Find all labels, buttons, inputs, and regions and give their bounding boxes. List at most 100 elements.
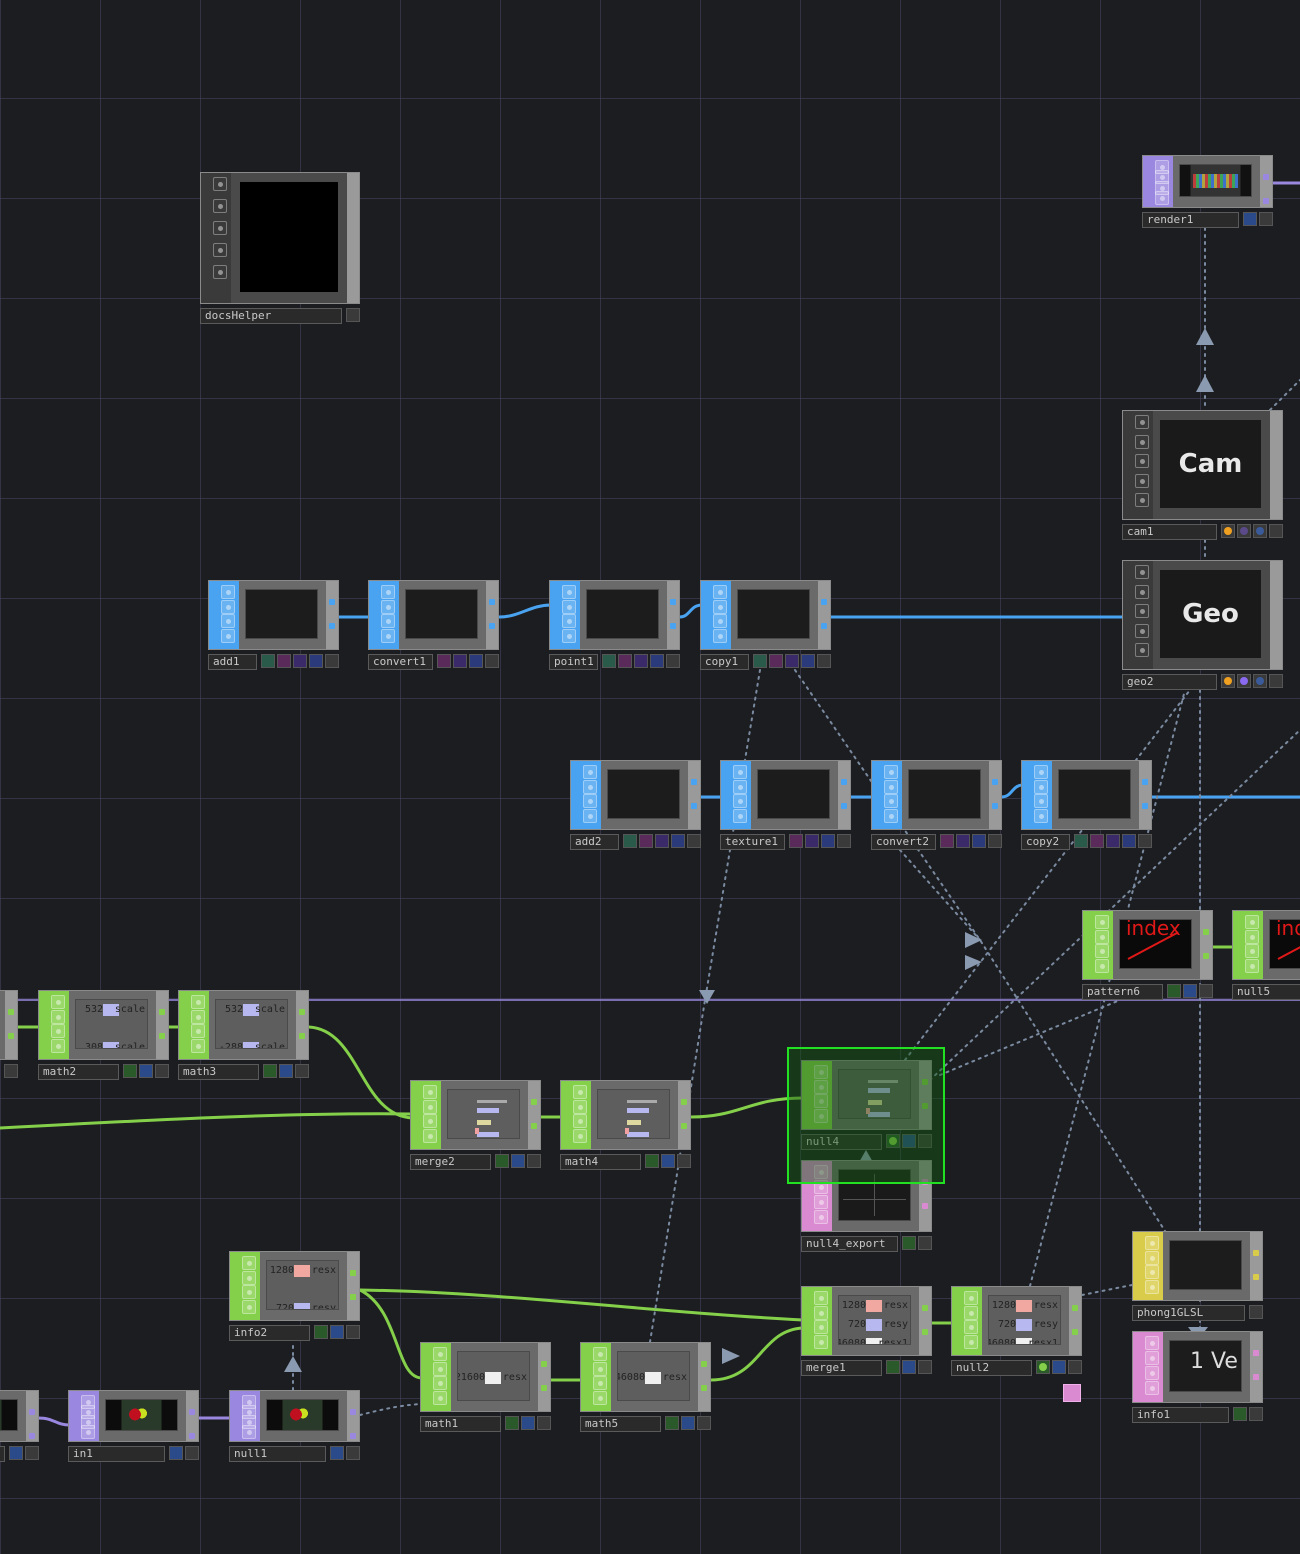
output-connector-2[interactable]: [531, 1123, 537, 1129]
cook-flag[interactable]: [837, 834, 851, 848]
render-flag[interactable]: [618, 654, 632, 668]
viewer-flag[interactable]: [634, 654, 648, 668]
node-name-label[interactable]: convert1: [368, 654, 433, 670]
render-flag[interactable]: [1237, 524, 1251, 538]
viewer-flag[interactable]: [785, 654, 799, 668]
cook-flag[interactable]: [1269, 674, 1283, 688]
output-connector[interactable]: [681, 1099, 687, 1105]
display-flag[interactable]: [346, 308, 360, 322]
bypass-icon[interactable]: [562, 614, 576, 628]
node-viewer[interactable]: [266, 1399, 339, 1431]
viewer-flag[interactable]: [972, 834, 986, 848]
display-flag[interactable]: [1167, 984, 1181, 998]
output-connector[interactable]: [691, 779, 697, 785]
node-body[interactable]: 1280 resx 720 resy 46080 resx1: [801, 1286, 932, 1356]
node-viewer[interactable]: [239, 181, 339, 293]
display-flag[interactable]: [330, 1446, 344, 1460]
edit-icon[interactable]: [713, 599, 727, 614]
node-name-label[interactable]: phong1GLSL: [1132, 1305, 1245, 1321]
render-flag[interactable]: [1183, 984, 1197, 998]
edit-icon[interactable]: [1095, 929, 1109, 944]
display-flag[interactable]: [9, 1446, 23, 1460]
bypass-icon[interactable]: [713, 614, 727, 628]
node-math_left[interactable]: math: [0, 990, 18, 1080]
node-name-label[interactable]: add2: [570, 834, 619, 850]
viewer-toggle-icon[interactable]: [213, 177, 227, 191]
edit-icon[interactable]: [1145, 1250, 1159, 1265]
viewer-flag[interactable]: [821, 834, 835, 848]
node-convert1[interactable]: convert1: [368, 580, 499, 670]
display-flag[interactable]: [753, 654, 767, 668]
display-flag[interactable]: [645, 1154, 659, 1168]
node-merge1[interactable]: 1280 resx 720 resy 46080 resx1 merge1: [801, 1286, 932, 1376]
output-connector-2[interactable]: [189, 1433, 195, 1439]
node-name-label[interactable]: math5: [580, 1416, 661, 1432]
output-connector[interactable]: [1263, 174, 1269, 180]
bypass-icon[interactable]: [1135, 454, 1149, 469]
node-body[interactable]: [1132, 1231, 1263, 1301]
node-viewer[interactable]: 532 scale -288 scale: [215, 999, 288, 1049]
output-connector[interactable]: [299, 1009, 305, 1015]
lock-icon[interactable]: [884, 808, 898, 823]
bypass-icon[interactable]: [814, 1320, 828, 1334]
output-connector-2[interactable]: [8, 1033, 14, 1039]
node-name-label[interactable]: render1: [1142, 212, 1239, 228]
node-body[interactable]: [229, 1390, 360, 1442]
node-viewer[interactable]: 532 scale 308 scale: [75, 999, 148, 1049]
render-flag[interactable]: [681, 1416, 695, 1430]
node-copy2[interactable]: copy2: [1021, 760, 1152, 850]
output-connector-2[interactable]: [670, 623, 676, 629]
display-flag[interactable]: [1074, 834, 1088, 848]
viewer-toggle-icon[interactable]: [221, 585, 235, 599]
lock-icon[interactable]: [814, 1210, 828, 1224]
render-flag[interactable]: [805, 834, 819, 848]
cook-flag[interactable]: [801, 654, 815, 668]
node-cam1[interactable]: Cam cam1: [1122, 410, 1283, 540]
render-flag[interactable]: [521, 1416, 535, 1430]
node-name-label[interactable]: null4_export: [801, 1236, 898, 1252]
node-name-label[interactable]: math1: [420, 1416, 501, 1432]
viewer-toggle-icon[interactable]: [1145, 1336, 1159, 1350]
render-flag[interactable]: [139, 1064, 153, 1078]
node-name-label[interactable]: texture1: [720, 834, 785, 850]
output-connector[interactable]: [1203, 929, 1209, 935]
output-connector[interactable]: [670, 599, 676, 605]
viewer-flag[interactable]: [346, 1325, 360, 1339]
node-viewer[interactable]: [447, 1089, 520, 1139]
cook-flag[interactable]: [1122, 834, 1136, 848]
output-connector-2[interactable]: [701, 1385, 707, 1391]
viewer-flag[interactable]: [469, 654, 483, 668]
output-connector[interactable]: [531, 1099, 537, 1105]
node-body[interactable]: [871, 760, 1002, 830]
node-viewer[interactable]: [1179, 164, 1252, 197]
viewer-flag[interactable]: [697, 1416, 711, 1430]
viewer-toggle-icon[interactable]: [433, 1347, 447, 1361]
viewer-toggle-icon[interactable]: [242, 1256, 256, 1270]
edit-icon[interactable]: [964, 1305, 978, 1320]
render-flag[interactable]: [769, 654, 783, 668]
render-flag[interactable]: [956, 834, 970, 848]
edit-icon[interactable]: [1245, 929, 1259, 944]
viewer-toggle-icon[interactable]: [1135, 565, 1149, 579]
bypass-icon[interactable]: [964, 1320, 978, 1334]
bypass-icon[interactable]: [1145, 1265, 1159, 1279]
display-flag[interactable]: [263, 1064, 277, 1078]
edit-icon[interactable]: [884, 779, 898, 794]
lock-icon[interactable]: [81, 1425, 95, 1439]
node-phong1GLSL[interactable]: phong1GLSL: [1132, 1231, 1263, 1321]
bypass-icon[interactable]: [433, 1376, 447, 1390]
bypass-icon[interactable]: [381, 614, 395, 628]
node-body[interactable]: Cam: [1122, 410, 1283, 520]
node-body[interactable]: 46080 resx: [580, 1342, 711, 1412]
node-viewer[interactable]: [1058, 769, 1131, 819]
viewer-flag[interactable]: [295, 1064, 309, 1078]
output-connector-2[interactable]: [691, 803, 697, 809]
node-name-label[interactable]: merge1: [801, 1360, 882, 1376]
node-viewer[interactable]: 1280 resx 720 resy 46080 resx1: [988, 1295, 1061, 1345]
bypass-icon[interactable]: [583, 794, 597, 808]
render-flag[interactable]: [639, 834, 653, 848]
viewer-flag[interactable]: [1068, 1360, 1082, 1374]
lock-icon[interactable]: [221, 628, 235, 643]
node-name-label[interactable]: info1: [1132, 1407, 1229, 1423]
display-flag[interactable]: [602, 654, 616, 668]
